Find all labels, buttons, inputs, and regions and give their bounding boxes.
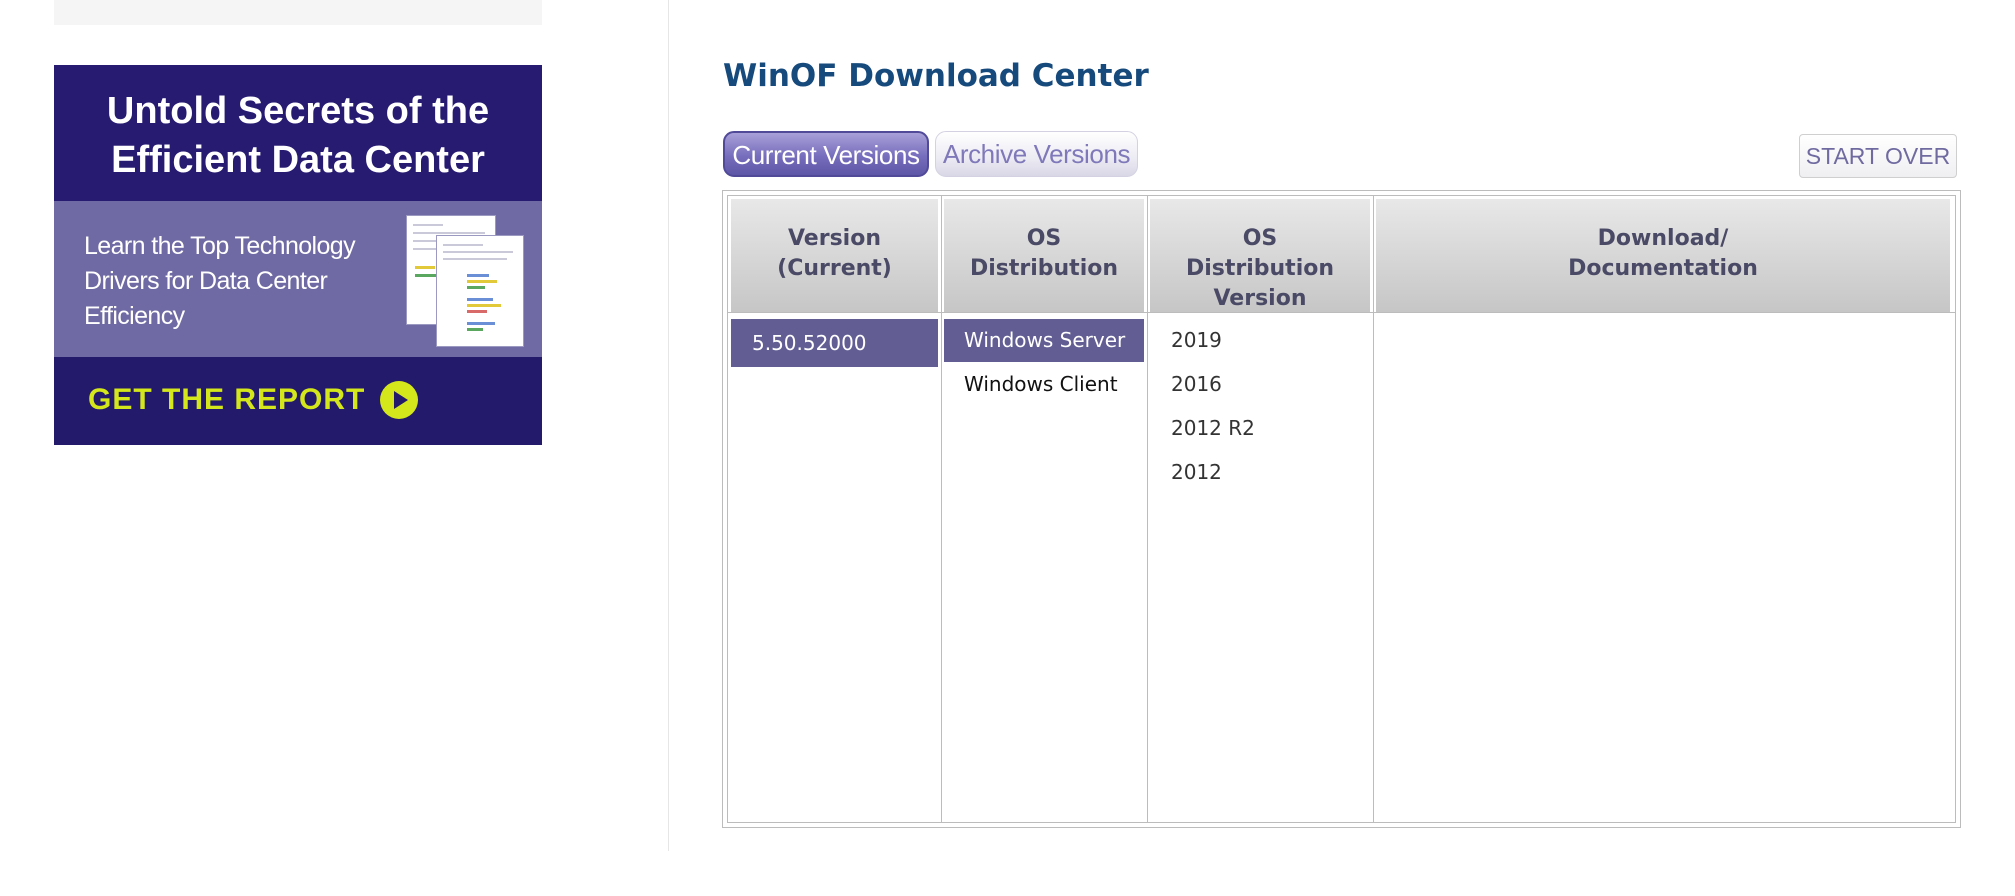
ad-headline-line1: Untold Secrets of the (106, 90, 490, 132)
ad-body-line2: Drivers for Data Center (84, 267, 328, 295)
ad-headline-line2: Efficient Data Center (111, 139, 485, 181)
column-separator (1373, 196, 1374, 822)
os-header-line2: Distribution (969, 256, 1119, 281)
column-separator (941, 196, 942, 822)
os-version-item-2012[interactable]: 2012 (1150, 451, 1370, 494)
os-version-item-2019[interactable]: 2019 (1150, 319, 1370, 362)
os-version-item-2012-r2[interactable]: 2012 R2 (1150, 407, 1370, 450)
os-version-header: OS Distribution Version (1150, 199, 1370, 312)
os-item-windows-server[interactable]: Windows Server (944, 319, 1144, 362)
column-separator (1147, 196, 1148, 822)
page-title: WinOF Download Center (723, 58, 1149, 94)
tab-current-versions[interactable]: Current Versions (723, 131, 929, 177)
download-header: Download/ Documentation (1376, 199, 1950, 312)
ad-body-line3: Efficiency (84, 302, 185, 330)
play-circle-icon[interactable] (380, 381, 418, 419)
download-table: Version (Current) 5.50.52000 OS Distribu… (722, 190, 1961, 828)
report-thumbnail-front (436, 235, 524, 347)
os-distribution-column: OS Distribution Windows Server Windows C… (944, 199, 1144, 819)
os-distribution-header: OS Distribution (944, 199, 1144, 312)
ad-body: Learn the Top Technology Drivers for Dat… (54, 201, 542, 357)
ad-cta-bar[interactable]: GET THE REPORT (54, 357, 542, 445)
os-version-item-2016[interactable]: 2016 (1150, 363, 1370, 406)
version-header-line1: Version (787, 226, 881, 251)
version-header: Version (Current) (731, 199, 938, 312)
os-header-line1: OS (1026, 226, 1062, 251)
os-version-column: OS Distribution Version 2019 2016 2012 R… (1150, 199, 1370, 819)
download-header-line2: Documentation (1568, 256, 1758, 281)
os-item-windows-client[interactable]: Windows Client (944, 363, 1144, 406)
header-divider (728, 312, 1955, 313)
ad-banner[interactable]: Untold Secrets of the Efficient Data Cen… (54, 65, 542, 445)
content-divider (668, 0, 669, 851)
ad-headline: Untold Secrets of the Efficient Data Cen… (54, 65, 542, 201)
ad-body-text: Learn the Top Technology Drivers for Dat… (84, 229, 404, 334)
version-item-5-50-52000[interactable]: 5.50.52000 (731, 319, 938, 367)
download-column: Download/ Documentation (1376, 199, 1950, 819)
version-header-line2: (Current) (777, 256, 892, 281)
download-header-line1: Download/ (1597, 226, 1729, 251)
osv-header-line2: Distribution (1185, 256, 1335, 281)
tab-archive-versions[interactable]: Archive Versions (935, 131, 1138, 177)
ad-cta-label[interactable]: GET THE REPORT (88, 383, 365, 417)
start-over-button[interactable]: START OVER (1799, 134, 1957, 178)
osv-header-line3: Version (1213, 286, 1307, 311)
download-table-inner: Version (Current) 5.50.52000 OS Distribu… (727, 195, 1956, 823)
osv-header-line1: OS (1242, 226, 1278, 251)
version-column: Version (Current) 5.50.52000 (731, 199, 938, 819)
ad-body-line1: Learn the Top Technology (84, 232, 356, 260)
top-gray-bar (54, 0, 542, 25)
